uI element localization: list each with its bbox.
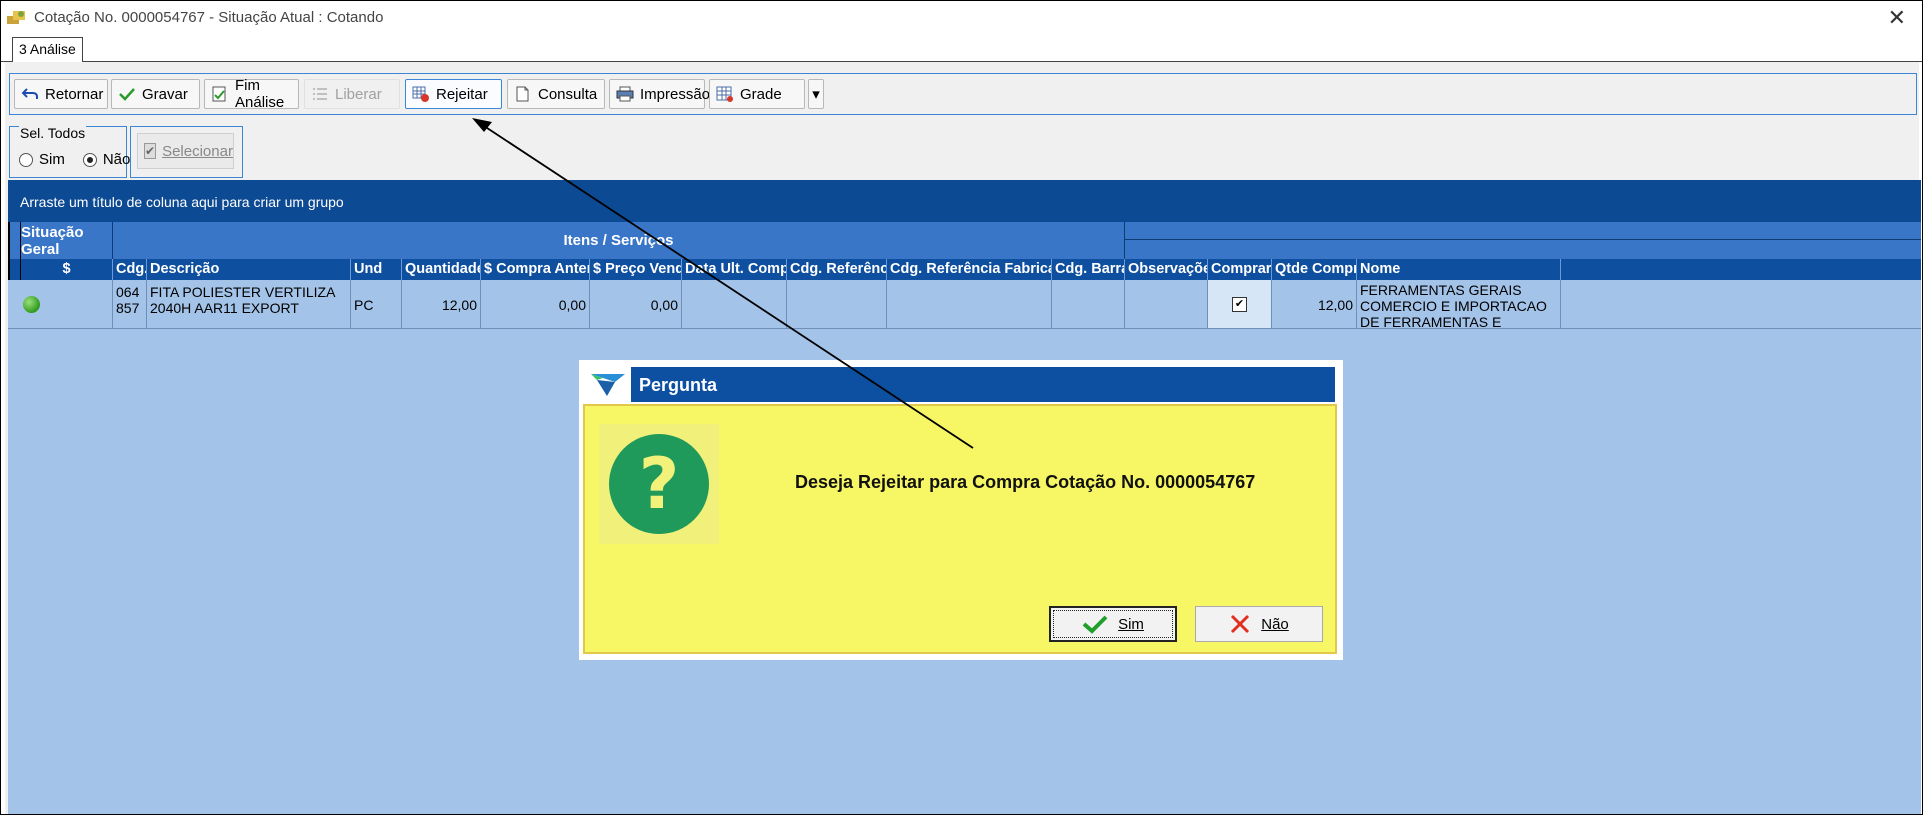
window-title: Cotação No. 0000054767 - Situação Atual … xyxy=(34,9,384,26)
band-empty xyxy=(1125,222,1921,240)
radio-sim-label: Sim xyxy=(39,151,65,168)
consulta-label: Consulta xyxy=(538,85,598,103)
cell-cdg-barras xyxy=(1052,280,1125,328)
toolbar-more-button[interactable]: ▾ xyxy=(808,79,824,109)
document-check-icon xyxy=(212,86,226,102)
check-icon xyxy=(119,88,135,101)
col-header-cdg-referencia[interactable]: Cdg. Referência xyxy=(787,259,887,280)
col-header-compra-anterior[interactable]: $ Compra Anterior xyxy=(481,259,590,280)
cell-quantidade: 12,00 xyxy=(402,280,481,328)
fim-analise-button[interactable]: Fim Análise xyxy=(204,77,299,111)
sim-button[interactable]: Sim xyxy=(1049,606,1177,642)
col-header-cdg[interactable]: Cdg. xyxy=(113,259,147,280)
col-header-preco-venda[interactable]: $ Preço Venda xyxy=(590,259,682,280)
col-header-dollar[interactable]: $ xyxy=(21,259,113,280)
radio-nao[interactable] xyxy=(82,152,97,167)
gravar-label: Gravar xyxy=(142,85,188,103)
selecionar-label: Selecionar xyxy=(162,142,233,160)
group-by-panel[interactable]: Arraste um título de coluna aqui para cr… xyxy=(8,180,1921,222)
table-row[interactable]: 064857 FITA POLIESTER VERTILIZA 2040H AA… xyxy=(8,280,1921,329)
printer-icon xyxy=(616,86,634,102)
cell-data-ult-compra xyxy=(682,280,787,328)
return-arrow-icon xyxy=(21,88,38,99)
toolbar: Retornar Gravar Fim Análise Liberar Reje… xyxy=(9,73,1917,115)
nao-label: Não xyxy=(1261,615,1289,633)
red-x-icon xyxy=(1231,614,1250,634)
radio-nao-label: Não xyxy=(102,151,131,168)
tab-strip: 3 Análise xyxy=(1,37,1922,62)
cell-nome: FERRAMENTAS GERAIS COMERCIO E IMPORTACAO… xyxy=(1357,280,1561,328)
dialog-body: ? Deseja Rejeitar para Compra Cotação No… xyxy=(583,404,1337,654)
col-header-cdg-ref-fabricante[interactable]: Cdg. Referência Fabricante xyxy=(887,259,1052,280)
selecionar-group: ✔ Selecionar xyxy=(130,126,243,178)
consulta-button[interactable]: Consulta xyxy=(507,79,605,109)
cell-preco-venda: 0,00 xyxy=(590,280,682,328)
list-icon xyxy=(313,88,327,100)
question-icon-box: ? xyxy=(599,424,719,544)
question-icon: ? xyxy=(609,434,709,534)
col-header-cdg-barras[interactable]: Cdg. Barras xyxy=(1052,259,1125,280)
col-header-observacoes[interactable]: Observações xyxy=(1125,259,1208,280)
grid-reject-icon xyxy=(412,86,429,102)
app-logo-icon xyxy=(591,374,625,396)
column-header-row: $ Cdg. Descrição Und Quantidade $ Compra… xyxy=(8,259,1921,280)
question-dialog: Pergunta ? Deseja Rejeitar para Compra C… xyxy=(579,360,1343,660)
green-check-icon xyxy=(1082,615,1108,634)
app-icon xyxy=(7,11,25,24)
title-bar: Cotação No. 0000054767 - Situação Atual … xyxy=(1,1,1922,33)
cell-qtde-comprar: 12,00 xyxy=(1272,280,1357,328)
chevron-down-icon: ▾ xyxy=(812,86,820,103)
radio-sim[interactable] xyxy=(19,152,33,167)
nao-button[interactable]: Não xyxy=(1195,606,1323,642)
col-header-und[interactable]: Und xyxy=(351,259,402,280)
sel-todos-options: Sim Não xyxy=(19,151,130,168)
col-header-nome[interactable]: Nome xyxy=(1357,259,1561,280)
col-header-qtde-comprar[interactable]: Qtde Comprar xyxy=(1272,259,1357,280)
liberar-button[interactable]: Liberar xyxy=(304,79,400,109)
col-header-data-ult-compra[interactable]: Data Ult. Compra xyxy=(682,259,787,280)
tab-analise[interactable]: 3 Análise xyxy=(12,37,83,62)
cell-observacoes xyxy=(1125,280,1208,328)
dialog-message: Deseja Rejeitar para Compra Cotação No. … xyxy=(795,472,1256,492)
rejeitar-label: Rejeitar xyxy=(436,85,488,103)
impressao-button[interactable]: Impressão xyxy=(609,79,710,109)
document-icon xyxy=(516,86,529,102)
selecionar-button[interactable]: ✔ Selecionar xyxy=(137,133,234,169)
band-situacao-geral[interactable]: Situação Geral xyxy=(21,222,113,259)
cell-cdg: 064857 xyxy=(113,280,147,328)
grid-icon xyxy=(716,86,733,102)
cell-comprar: ✔ xyxy=(1208,280,1272,328)
cell-compra-anterior: 0,00 xyxy=(481,280,590,328)
col-header-descricao[interactable]: Descrição xyxy=(147,259,351,280)
liberar-label: Liberar xyxy=(335,85,382,103)
col-header-quantidade[interactable]: Quantidade xyxy=(402,259,481,280)
comprar-checkbox[interactable]: ✔ xyxy=(1232,297,1247,312)
cell-descricao: FITA POLIESTER VERTILIZA 2040H AAR11 EXP… xyxy=(147,280,351,328)
retornar-button[interactable]: Retornar xyxy=(14,79,108,109)
rejeitar-button[interactable]: Rejeitar xyxy=(405,79,502,109)
close-icon[interactable]: ✕ xyxy=(1888,5,1906,31)
sel-todos-group: Sel. Todos Sim Não xyxy=(9,125,130,178)
cell-cdg-referencia xyxy=(787,280,887,328)
status-green-icon xyxy=(23,296,40,313)
cell-status xyxy=(21,280,113,328)
band-header-row: Situação Geral Itens / Serviços xyxy=(8,222,1921,259)
checkbox-icon: ✔ xyxy=(144,143,157,159)
grade-button[interactable]: Grade xyxy=(709,79,805,109)
grade-label: Grade xyxy=(740,85,782,103)
group-hint: Arraste um título de coluna aqui para cr… xyxy=(20,194,344,210)
impressao-label: Impressão xyxy=(640,85,711,103)
sim-label: Sim xyxy=(1118,615,1144,633)
col-header-comprar[interactable]: Comprar xyxy=(1208,259,1272,280)
cell-und: PC xyxy=(351,280,402,328)
dialog-title: Pergunta xyxy=(631,367,1335,402)
fim-analise-label: Fim Análise xyxy=(235,77,285,111)
gravar-button[interactable]: Gravar xyxy=(111,79,200,109)
sel-todos-legend: Sel. Todos xyxy=(19,125,87,141)
retornar-label: Retornar xyxy=(45,85,104,103)
band-itens-servicos[interactable]: Itens / Serviços xyxy=(113,222,1125,259)
cell-cdg-ref-fabricante xyxy=(887,280,1052,328)
